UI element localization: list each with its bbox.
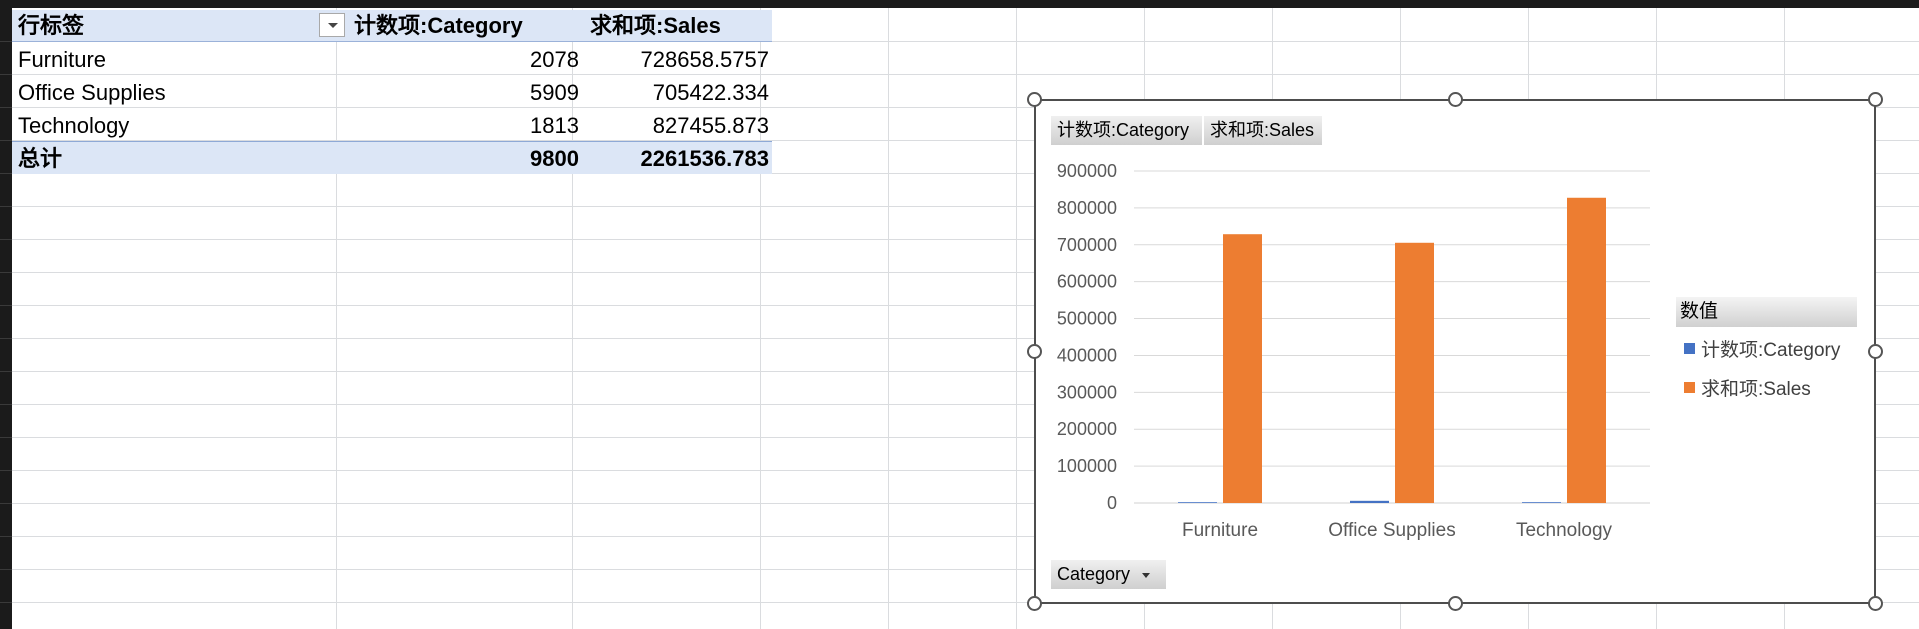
y-tick-label: 0	[1107, 493, 1117, 513]
resize-handle-bottom-left[interactable]	[1027, 596, 1042, 611]
y-tick-label: 100000	[1057, 456, 1117, 476]
dropdown-arrow-icon	[1142, 572, 1151, 578]
pivot-total-count[interactable]: 9800	[350, 142, 579, 175]
pivot-total-sales[interactable]: 2261536.783	[585, 142, 769, 175]
resize-handle-bottom[interactable]	[1448, 596, 1463, 611]
x-tick-label: Technology	[1516, 520, 1613, 541]
y-tick-label: 400000	[1057, 345, 1117, 365]
bar[interactable]	[1350, 500, 1389, 503]
resize-handle-top-right[interactable]	[1868, 92, 1883, 107]
resize-handle-left[interactable]	[1027, 344, 1042, 359]
y-tick-label: 700000	[1057, 235, 1117, 255]
legend-item-sales[interactable]: 求和项:Sales	[1684, 374, 1811, 401]
pivot-row-label[interactable]: Office Supplies	[18, 76, 166, 109]
y-tick-label: 900000	[1057, 161, 1117, 181]
pivot-header-sales[interactable]: 求和项:Sales	[590, 9, 721, 42]
pivot-row-count[interactable]: 2078	[350, 43, 579, 76]
bar[interactable]	[1567, 197, 1606, 503]
pivot-row-sales[interactable]: 705422.334	[585, 76, 769, 109]
bar[interactable]	[1223, 234, 1262, 504]
resize-handle-top[interactable]	[1448, 92, 1463, 107]
row-header-bar[interactable]	[0, 0, 12, 629]
axis-field-label: Category	[1057, 564, 1131, 584]
bar[interactable]	[1178, 502, 1217, 503]
pivot-header-count[interactable]: 计数项:Category	[354, 9, 523, 42]
pivot-row-sales[interactable]: 827455.873	[585, 109, 769, 142]
legend-swatch-count	[1684, 343, 1695, 355]
y-tick-label: 500000	[1057, 309, 1117, 329]
legend-label: 计数项:Category	[1701, 340, 1841, 361]
value-field-button-count[interactable]: 计数项:Category	[1051, 116, 1202, 145]
x-tick-label: Furniture	[1182, 520, 1258, 541]
pivot-row-label[interactable]: Technology	[18, 109, 129, 142]
pivot-header-row-labels[interactable]: 行标签	[18, 9, 84, 42]
y-tick-label: 600000	[1057, 272, 1117, 292]
y-tick-label: 200000	[1057, 419, 1117, 439]
bar[interactable]	[1395, 242, 1434, 504]
pivot-row-count[interactable]: 1813	[350, 109, 579, 142]
value-field-button-sales[interactable]: 求和项:Sales	[1204, 116, 1322, 145]
axis-field-button-category[interactable]: Category	[1051, 560, 1166, 589]
pivot-row-count[interactable]: 5909	[350, 76, 579, 109]
column-header-bar[interactable]	[0, 0, 1919, 8]
pivot-row-sales[interactable]: 728658.5757	[585, 43, 769, 76]
y-tick-label: 800000	[1057, 198, 1117, 218]
resize-handle-bottom-right[interactable]	[1868, 596, 1883, 611]
legend-item-count[interactable]: 计数项:Category	[1684, 335, 1840, 362]
x-tick-label: Office Supplies	[1328, 520, 1455, 541]
bar[interactable]	[1522, 502, 1561, 503]
resize-handle-right[interactable]	[1868, 344, 1883, 359]
resize-handle-top-left[interactable]	[1027, 92, 1042, 107]
pivot-total-label[interactable]: 总计	[18, 142, 62, 175]
row-label-filter-button[interactable]	[319, 13, 345, 37]
legend-swatch-sales	[1684, 382, 1695, 394]
y-tick-label: 300000	[1057, 382, 1117, 402]
legend-label: 求和项:Sales	[1701, 379, 1811, 400]
legend-title[interactable]: 数值	[1676, 297, 1857, 327]
pivot-row-label[interactable]: Furniture	[18, 43, 106, 76]
